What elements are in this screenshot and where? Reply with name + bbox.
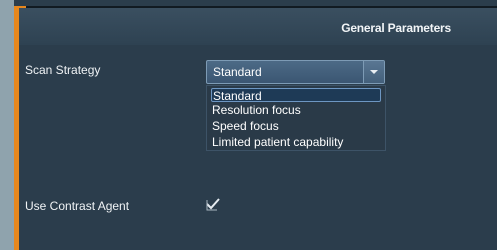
scan-strategy-value: Standard — [213, 65, 262, 79]
scan-strategy-dropdown-list: Standard Resolution focus Speed focus Li… — [206, 85, 386, 151]
scan-strategy-select[interactable]: Standard — [206, 60, 385, 84]
dropdown-option-speed-focus[interactable]: Speed focus — [211, 119, 381, 133]
dropdown-option-standard[interactable]: Standard — [211, 88, 381, 103]
scan-strategy-label: Scan Strategy — [25, 63, 101, 77]
dropdown-toggle-button[interactable] — [363, 61, 384, 83]
panel-header: General Parameters — [19, 8, 497, 45]
checkmark-icon — [206, 198, 220, 211]
use-contrast-agent-checkbox[interactable] — [205, 196, 221, 212]
use-contrast-agent-label: Use Contrast Agent — [25, 199, 130, 213]
dropdown-option-limited-patient-capability[interactable]: Limited patient capability — [211, 135, 381, 149]
chevron-down-icon — [370, 70, 378, 74]
dropdown-option-resolution-focus[interactable]: Resolution focus — [211, 103, 381, 117]
panel-title: General Parameters — [341, 21, 451, 35]
